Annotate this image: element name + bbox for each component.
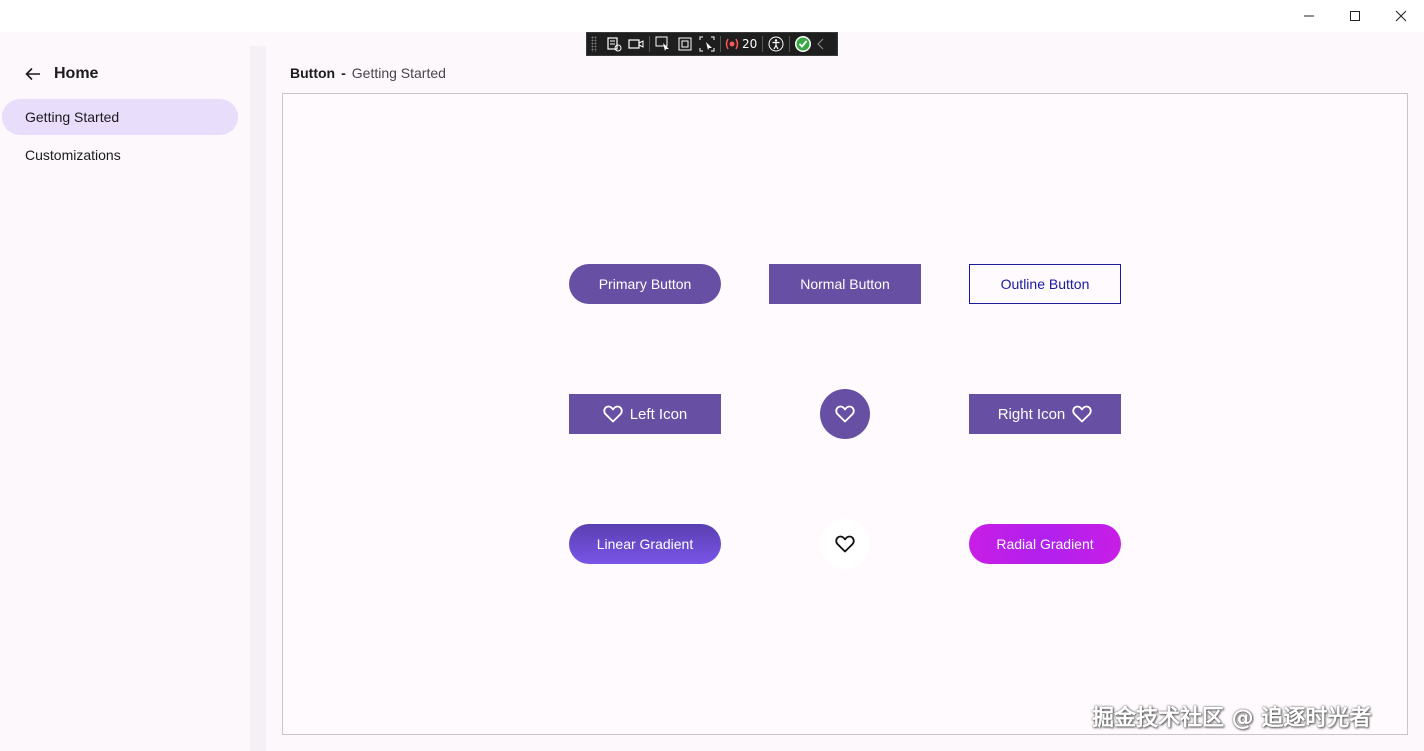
video-camera-icon (628, 39, 644, 49)
breadcrumb: Button - Getting Started (290, 65, 446, 81)
outline-button[interactable]: Outline Button (969, 264, 1121, 304)
window-titlebar (0, 0, 1424, 32)
right-icon-button-label: Right Icon (997, 405, 1066, 423)
sidebar-divider (250, 46, 266, 751)
minimize-icon (1304, 15, 1314, 17)
heart-icon (603, 405, 623, 423)
binding-failures-button[interactable] (723, 33, 741, 55)
linear-gradient-button[interactable]: Linear Gradient (569, 524, 721, 564)
accessibility-icon (768, 36, 784, 52)
adorner-box-icon (678, 37, 692, 51)
primary-button[interactable]: Primary Button (569, 264, 721, 304)
left-icon-button[interactable]: Left Icon (569, 394, 721, 434)
close-icon (1395, 10, 1407, 22)
track-focus-icon (699, 36, 715, 52)
toolbar-separator (789, 36, 791, 52)
select-pointer-icon (655, 36, 669, 51)
chevron-left-icon (817, 38, 824, 50)
hot-reload-status-button[interactable] (792, 33, 814, 55)
sidebar-item-customizations[interactable]: Customizations (2, 137, 238, 173)
maximize-icon (1350, 11, 1360, 21)
sidebar-item-label: Customizations (25, 147, 121, 163)
maximize-button[interactable] (1332, 0, 1378, 32)
heart-icon-button[interactable] (820, 389, 870, 439)
breadcrumb-current: Getting Started (351, 65, 446, 81)
heart-plain-button[interactable] (820, 519, 870, 569)
layout-adorners-button[interactable] (674, 33, 696, 55)
xaml-debug-toolbar: 20 (586, 32, 838, 56)
visual-tree-icon (607, 37, 622, 52)
watermark: 掘金技术社区 @ 追逐时光者 (1092, 706, 1372, 731)
binding-failures-count: 20 (742, 37, 758, 51)
heart-icon (1072, 405, 1092, 423)
home-label: Home (54, 65, 99, 82)
grip-handle[interactable] (591, 36, 597, 52)
left-icon-button-label: Left Icon (629, 405, 688, 423)
heart-icon (835, 405, 855, 423)
live-visual-tree-button[interactable] (603, 33, 625, 55)
radial-gradient-button[interactable]: Radial Gradient (969, 524, 1121, 564)
toolbar-separator (720, 36, 721, 52)
binding-failure-icon (725, 38, 739, 50)
toolbar-separator (762, 36, 764, 52)
record-button[interactable] (625, 33, 647, 55)
breadcrumb-separator: - (341, 65, 346, 81)
close-button[interactable] (1378, 0, 1424, 32)
sidebar-item-label: Getting Started (25, 109, 120, 125)
right-icon-button[interactable]: Right Icon (969, 394, 1121, 434)
collapse-toolbar-button[interactable] (814, 33, 828, 55)
breadcrumb-section[interactable]: Button (290, 65, 335, 81)
check-circle-icon (795, 36, 812, 52)
select-element-button[interactable] (652, 33, 674, 55)
home-back-link[interactable]: Home (24, 62, 98, 86)
arrow-left-icon (25, 67, 40, 81)
minimize-button[interactable] (1286, 0, 1332, 32)
accessibility-button[interactable] (765, 33, 787, 55)
heart-icon (835, 535, 855, 553)
sidebar-item-getting-started[interactable]: Getting Started (2, 99, 238, 135)
toolbar-separator (649, 36, 650, 52)
normal-button[interactable]: Normal Button (769, 264, 921, 304)
track-focus-button[interactable] (696, 33, 718, 55)
